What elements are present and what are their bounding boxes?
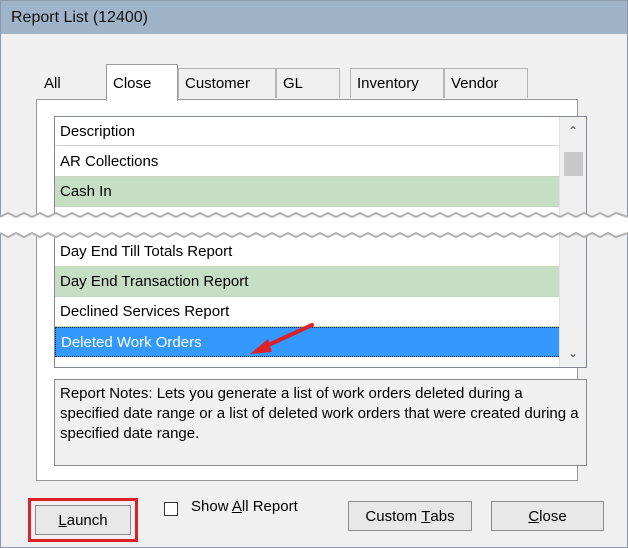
list-item[interactable]: Cash In <box>55 177 561 207</box>
tab-inventory[interactable]: Inventory <box>350 68 444 98</box>
annotation-arrow-icon <box>250 323 314 354</box>
scroll-down-icon[interactable]: ⌄ <box>560 341 586 365</box>
tab-vendor[interactable]: Vendor <box>444 68 528 98</box>
close-button[interactable]: Close <box>491 501 604 531</box>
show-all-report-checkbox[interactable] <box>164 502 178 516</box>
tab-gl[interactable]: GL <box>276 68 340 98</box>
list-item[interactable]: Day End Transaction Report <box>55 267 561 297</box>
report-notes: Report Notes: Lets you generate a list o… <box>54 379 587 466</box>
scroll-up-icon[interactable]: ⌃ <box>560 119 586 143</box>
column-header-description[interactable]: Description <box>55 117 561 146</box>
scroll-thumb[interactable] <box>564 152 583 176</box>
show-all-report-label[interactable]: Show All Report <box>191 498 298 515</box>
title-bar[interactable]: Report List (12400) <box>1 1 627 34</box>
tab-all[interactable]: All <box>38 68 88 98</box>
list-item[interactable]: AR Collections <box>55 147 561 177</box>
window-title: Report List (12400) <box>11 8 148 26</box>
tab-close[interactable]: Close <box>106 64 178 101</box>
custom-tabs-button[interactable]: Custom Tabs <box>348 501 472 531</box>
launch-button[interactable]: Launch <box>35 505 131 535</box>
tab-customer[interactable]: Customer <box>178 68 276 98</box>
break-divider <box>0 211 628 239</box>
